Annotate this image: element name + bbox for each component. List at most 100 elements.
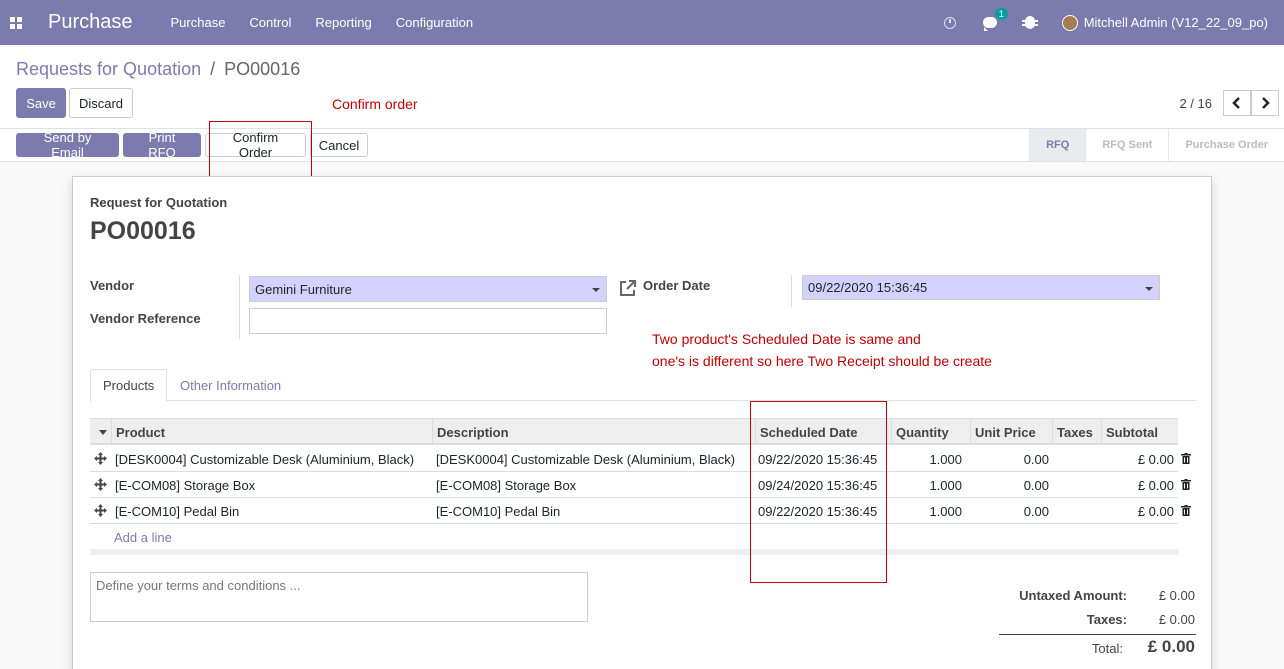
- row-product: [DESK0004] Customizable Desk (Aluminium,…: [115, 451, 415, 467]
- user-menu[interactable]: Mitchell Admin (V12_22_09_po): [1084, 15, 1268, 30]
- tab-products[interactable]: Products: [90, 369, 168, 402]
- column-quantity[interactable]: Quantity: [891, 419, 970, 445]
- top-navbar: Purchase Purchase Control Reporting Conf…: [0, 0, 1284, 45]
- tab-other-information[interactable]: Other Information: [168, 369, 293, 401]
- vendor-select[interactable]: Gemini Furniture: [249, 276, 607, 302]
- form-title: PO00016: [90, 217, 196, 245]
- chevron-left-icon: [1232, 97, 1240, 109]
- total-label: Total:: [1091, 641, 1123, 656]
- stage-purchase-order[interactable]: Purchase Order: [1168, 129, 1284, 161]
- terms-and-conditions-input[interactable]: Define your terms and conditions ...: [90, 572, 588, 622]
- pager-value: 2 / 16: [1179, 96, 1212, 111]
- row-unit-price: 0.00: [1023, 503, 1049, 519]
- order-date-divider: [791, 275, 792, 307]
- untaxed-amount-label: Untaxed Amount:: [1019, 588, 1127, 603]
- trash-icon[interactable]: [1181, 479, 1191, 490]
- row-unit-price: 0.00: [1023, 477, 1049, 493]
- order-lines-header: Product Description Scheduled Date Quant…: [90, 418, 1178, 445]
- send-by-email-button[interactable]: Send by Email: [16, 130, 119, 160]
- discard-button[interactable]: Discard: [69, 88, 133, 118]
- save-button[interactable]: Save: [16, 88, 66, 118]
- total-value: £ 0.00: [1147, 637, 1195, 656]
- print-rfq-button[interactable]: Print RFQ: [123, 130, 201, 160]
- form-sheet: Request for Quotation PO00016 Vendor Ven…: [72, 176, 1212, 669]
- column-unit-price[interactable]: Unit Price: [970, 419, 1052, 445]
- row-scheduled-date: 09/24/2020 15:36:45: [758, 477, 878, 493]
- table-footer: [90, 549, 1178, 555]
- order-date-field[interactable]: 09/22/2020 15:36:45: [802, 275, 1160, 300]
- untaxed-amount-value: £ 0.00: [1158, 588, 1195, 603]
- vendor-label: Vendor: [90, 278, 135, 293]
- vendor-reference-label: Vendor Reference: [90, 311, 201, 326]
- chevron-down-icon: [1145, 287, 1153, 291]
- add-a-line-link[interactable]: Add a line: [114, 530, 172, 545]
- stage-rfq[interactable]: RFQ: [1029, 129, 1086, 161]
- form-subtitle: Request for Quotation: [90, 195, 228, 210]
- stage-bar: RFQ RFQ Sent Purchase Order: [1029, 129, 1284, 161]
- cancel-button[interactable]: Cancel: [310, 133, 368, 157]
- row-scheduled-date: 09/22/2020 15:36:45: [758, 451, 878, 467]
- annotation-date-note-line1: Two product's Scheduled Date is same and: [652, 331, 921, 347]
- pager-previous-button[interactable]: [1223, 90, 1251, 116]
- breadcrumb-parent[interactable]: Requests for Quotation: [16, 59, 201, 79]
- column-product[interactable]: Product: [111, 419, 432, 445]
- form-tabs: Products Other Information: [90, 369, 1196, 402]
- menu-control[interactable]: Control: [249, 15, 291, 30]
- column-scheduled-date[interactable]: Scheduled Date: [755, 419, 891, 445]
- table-row[interactable]: [E-COM08] Storage Box [E-COM08] Storage …: [90, 472, 1178, 498]
- order-date-label: Order Date: [643, 278, 711, 293]
- order-date-value: 09/22/2020 15:36:45: [808, 280, 928, 295]
- chevron-down-icon: [592, 288, 600, 292]
- apps-menu-icon[interactable]: [0, 0, 32, 45]
- control-panel: Requests for Quotation / PO00016 Save Di…: [0, 45, 1284, 129]
- app-title: Purchase: [48, 11, 133, 33]
- breadcrumb-separator: /: [210, 59, 216, 79]
- row-unit-price: 0.00: [1023, 451, 1049, 467]
- row-subtotal: £ 0.00: [1137, 503, 1174, 519]
- sort-handle-header[interactable]: [90, 419, 111, 445]
- breadcrumb: Requests for Quotation / PO00016: [16, 59, 300, 80]
- annotation-confirm-note: Confirm order: [332, 96, 418, 112]
- column-description[interactable]: Description: [432, 419, 755, 445]
- stage-rfq-sent[interactable]: RFQ Sent: [1085, 129, 1168, 161]
- menu-configuration[interactable]: Configuration: [396, 15, 473, 30]
- row-quantity: 1.000: [929, 451, 962, 467]
- trash-icon[interactable]: [1181, 453, 1191, 464]
- annotation-date-note-line2: one's is different so here Two Receipt s…: [652, 353, 992, 369]
- row-product: [E-COM08] Storage Box: [115, 477, 256, 493]
- trash-icon[interactable]: [1181, 505, 1191, 516]
- vendor-divider: [239, 275, 240, 339]
- row-description: [DESK0004] Customizable Desk (Aluminium,…: [436, 451, 736, 467]
- pager-next-button[interactable]: [1251, 90, 1279, 116]
- drag-handle-icon[interactable]: [94, 478, 107, 491]
- row-description: [E-COM10] Pedal Bin: [436, 503, 561, 519]
- taxes-value: £ 0.00: [1158, 612, 1195, 627]
- chat-badge: 1: [994, 7, 1008, 20]
- confirm-order-button[interactable]: Confirm Order: [205, 130, 306, 160]
- vendor-value: Gemini Furniture: [255, 282, 352, 297]
- breadcrumb-current: PO00016: [224, 59, 301, 79]
- table-row[interactable]: [E-COM10] Pedal Bin [E-COM10] Pedal Bin …: [90, 498, 1178, 524]
- chat-icon[interactable]: 1: [982, 7, 1008, 31]
- row-subtotal: £ 0.00: [1137, 451, 1174, 467]
- table-row[interactable]: [DESK0004] Customizable Desk (Aluminium,…: [90, 446, 1178, 472]
- taxes-label: Taxes:: [1086, 612, 1127, 627]
- row-scheduled-date: 09/22/2020 15:36:45: [758, 503, 878, 519]
- pager-buttons: [1223, 90, 1279, 116]
- menu-purchase[interactable]: Purchase: [171, 15, 226, 30]
- totals-divider: [999, 634, 1196, 635]
- drag-handle-icon[interactable]: [94, 504, 107, 517]
- drag-handle-icon[interactable]: [94, 452, 107, 465]
- external-link-icon[interactable]: [619, 279, 637, 297]
- activity-clock-icon[interactable]: [942, 15, 958, 31]
- menu-reporting[interactable]: Reporting: [315, 15, 371, 30]
- row-quantity: 1.000: [929, 503, 962, 519]
- avatar[interactable]: [1061, 14, 1078, 31]
- column-taxes[interactable]: Taxes: [1052, 419, 1101, 445]
- chevron-right-icon: [1262, 97, 1270, 109]
- row-quantity: 1.000: [929, 477, 962, 493]
- debug-bug-icon[interactable]: [1021, 15, 1038, 31]
- column-subtotal[interactable]: Subtotal: [1101, 419, 1178, 445]
- vendor-reference-input[interactable]: [249, 308, 607, 334]
- status-bar: Send by Email Print RFQ Confirm Order Ca…: [0, 121, 1284, 178]
